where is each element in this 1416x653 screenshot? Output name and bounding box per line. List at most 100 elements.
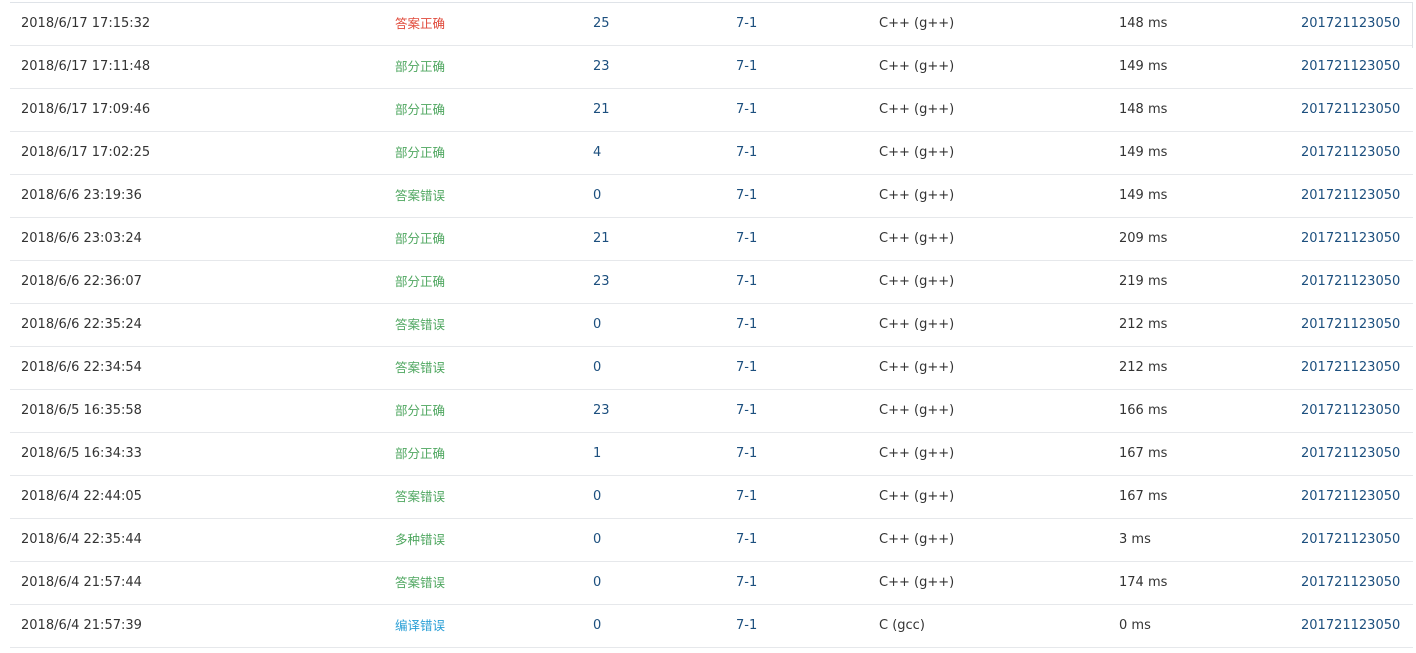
score-link[interactable]: 4 — [593, 132, 601, 174]
problem-link[interactable]: 7-1 — [736, 218, 757, 260]
status-link[interactable]: 答案错误 — [395, 562, 445, 604]
problem-link[interactable]: 7-1 — [736, 476, 757, 518]
user-link[interactable]: 201721123050 — [1301, 46, 1400, 88]
status-link[interactable]: 部分正确 — [395, 132, 445, 174]
status-link[interactable]: 部分正确 — [395, 433, 445, 475]
problem-link[interactable]: 7-1 — [736, 390, 757, 432]
submit-time: 2018/6/17 17:09:46 — [21, 102, 151, 117]
table-row: 2018/6/6 22:35:24 答案错误 0 7-1 C++ (g++) 2… — [10, 304, 1413, 347]
submit-time: 2018/6/4 22:35:44 — [21, 532, 142, 547]
submit-time: 2018/6/6 22:36:07 — [21, 274, 142, 289]
problem-link[interactable]: 7-1 — [736, 175, 757, 217]
problem-link[interactable]: 7-1 — [736, 519, 757, 561]
problem-link[interactable]: 7-1 — [736, 261, 757, 303]
problem-link[interactable]: 7-1 — [736, 562, 757, 604]
user-link[interactable]: 201721123050 — [1301, 3, 1400, 45]
user-link[interactable]: 201721123050 — [1301, 347, 1400, 389]
table-row: 2018/6/17 17:02:25 部分正确 4 7-1 C++ (g++) … — [10, 132, 1413, 175]
time-cost: 148 ms — [1119, 102, 1168, 117]
compiler-label: C++ (g++) — [879, 102, 955, 117]
problem-link[interactable]: 7-1 — [736, 89, 757, 131]
user-link[interactable]: 201721123050 — [1301, 304, 1400, 346]
compiler-label: C++ (g++) — [879, 446, 955, 461]
user-link[interactable]: 201721123050 — [1301, 132, 1400, 174]
status-link[interactable]: 答案正确 — [395, 3, 445, 45]
score-link[interactable]: 23 — [593, 46, 610, 88]
table-row: 2018/6/4 22:35:44 多种错误 0 7-1 C++ (g++) 3… — [10, 519, 1413, 562]
status-link[interactable]: 答案错误 — [395, 476, 445, 518]
compiler-label: C++ (g++) — [879, 403, 955, 418]
submit-time: 2018/6/6 22:34:54 — [21, 360, 142, 375]
time-cost: 219 ms — [1119, 274, 1168, 289]
submission-table: 2018/6/17 17:15:32 答案正确 25 7-1 C++ (g++)… — [10, 2, 1413, 648]
score-link[interactable]: 1 — [593, 433, 601, 475]
score-link[interactable]: 0 — [593, 476, 601, 518]
time-cost: 212 ms — [1119, 317, 1168, 332]
problem-link[interactable]: 7-1 — [736, 347, 757, 389]
status-link[interactable]: 答案错误 — [395, 347, 445, 389]
status-link[interactable]: 答案错误 — [395, 304, 445, 346]
score-link[interactable]: 0 — [593, 347, 601, 389]
compiler-label: C++ (g++) — [879, 360, 955, 375]
problem-link[interactable]: 7-1 — [736, 605, 757, 647]
compiler-label: C++ (g++) — [879, 489, 955, 504]
compiler-label: C++ (g++) — [879, 317, 955, 332]
compiler-label: C++ (g++) — [879, 188, 955, 203]
time-cost: 149 ms — [1119, 188, 1168, 203]
submit-time: 2018/6/6 22:35:24 — [21, 317, 142, 332]
compiler-label: C++ (g++) — [879, 532, 955, 547]
status-link[interactable]: 答案错误 — [395, 175, 445, 217]
time-cost: 3 ms — [1119, 532, 1151, 547]
problem-link[interactable]: 7-1 — [736, 132, 757, 174]
problem-link[interactable]: 7-1 — [736, 46, 757, 88]
compiler-label: C++ (g++) — [879, 575, 955, 590]
status-link[interactable]: 部分正确 — [395, 218, 445, 260]
problem-link[interactable]: 7-1 — [736, 304, 757, 346]
user-link[interactable]: 201721123050 — [1301, 175, 1400, 217]
submit-time: 2018/6/17 17:15:32 — [21, 16, 151, 31]
user-link[interactable]: 201721123050 — [1301, 218, 1400, 260]
table-row: 2018/6/17 17:15:32 答案正确 25 7-1 C++ (g++)… — [10, 3, 1413, 46]
status-link[interactable]: 部分正确 — [395, 390, 445, 432]
user-link[interactable]: 201721123050 — [1301, 605, 1400, 647]
time-cost: 148 ms — [1119, 16, 1168, 31]
time-cost: 167 ms — [1119, 489, 1168, 504]
status-link[interactable]: 部分正确 — [395, 261, 445, 303]
score-link[interactable]: 0 — [593, 519, 601, 561]
user-link[interactable]: 201721123050 — [1301, 519, 1400, 561]
submit-time: 2018/6/4 21:57:39 — [21, 618, 142, 633]
submit-time: 2018/6/5 16:34:33 — [21, 446, 142, 461]
compiler-label: C++ (g++) — [879, 59, 955, 74]
score-link[interactable]: 23 — [593, 261, 610, 303]
time-cost: 212 ms — [1119, 360, 1168, 375]
time-cost: 149 ms — [1119, 145, 1168, 160]
problem-link[interactable]: 7-1 — [736, 3, 757, 45]
compiler-label: C++ (g++) — [879, 145, 955, 160]
score-link[interactable]: 0 — [593, 562, 601, 604]
user-link[interactable]: 201721123050 — [1301, 390, 1400, 432]
score-link[interactable]: 23 — [593, 390, 610, 432]
time-cost: 167 ms — [1119, 446, 1168, 461]
submit-time: 2018/6/6 23:19:36 — [21, 188, 142, 203]
status-link[interactable]: 部分正确 — [395, 46, 445, 88]
problem-link[interactable]: 7-1 — [736, 433, 757, 475]
score-link[interactable]: 21 — [593, 89, 610, 131]
submit-time: 2018/6/6 23:03:24 — [21, 231, 142, 246]
table-row: 2018/6/5 16:35:58 部分正确 23 7-1 C++ (g++) … — [10, 390, 1413, 433]
score-link[interactable]: 0 — [593, 175, 601, 217]
table-row: 2018/6/6 23:03:24 部分正确 21 7-1 C++ (g++) … — [10, 218, 1413, 261]
score-link[interactable]: 25 — [593, 3, 610, 45]
user-link[interactable]: 201721123050 — [1301, 433, 1400, 475]
score-link[interactable]: 0 — [593, 304, 601, 346]
user-link[interactable]: 201721123050 — [1301, 476, 1400, 518]
user-link[interactable]: 201721123050 — [1301, 562, 1400, 604]
table-row: 2018/6/4 21:57:39 编译错误 0 7-1 C (gcc) 0 m… — [10, 605, 1413, 648]
submit-time: 2018/6/5 16:35:58 — [21, 403, 142, 418]
status-link[interactable]: 编译错误 — [395, 605, 445, 647]
user-link[interactable]: 201721123050 — [1301, 89, 1400, 131]
user-link[interactable]: 201721123050 — [1301, 261, 1400, 303]
score-link[interactable]: 0 — [593, 605, 601, 647]
score-link[interactable]: 21 — [593, 218, 610, 260]
status-link[interactable]: 部分正确 — [395, 89, 445, 131]
status-link[interactable]: 多种错误 — [395, 519, 445, 561]
